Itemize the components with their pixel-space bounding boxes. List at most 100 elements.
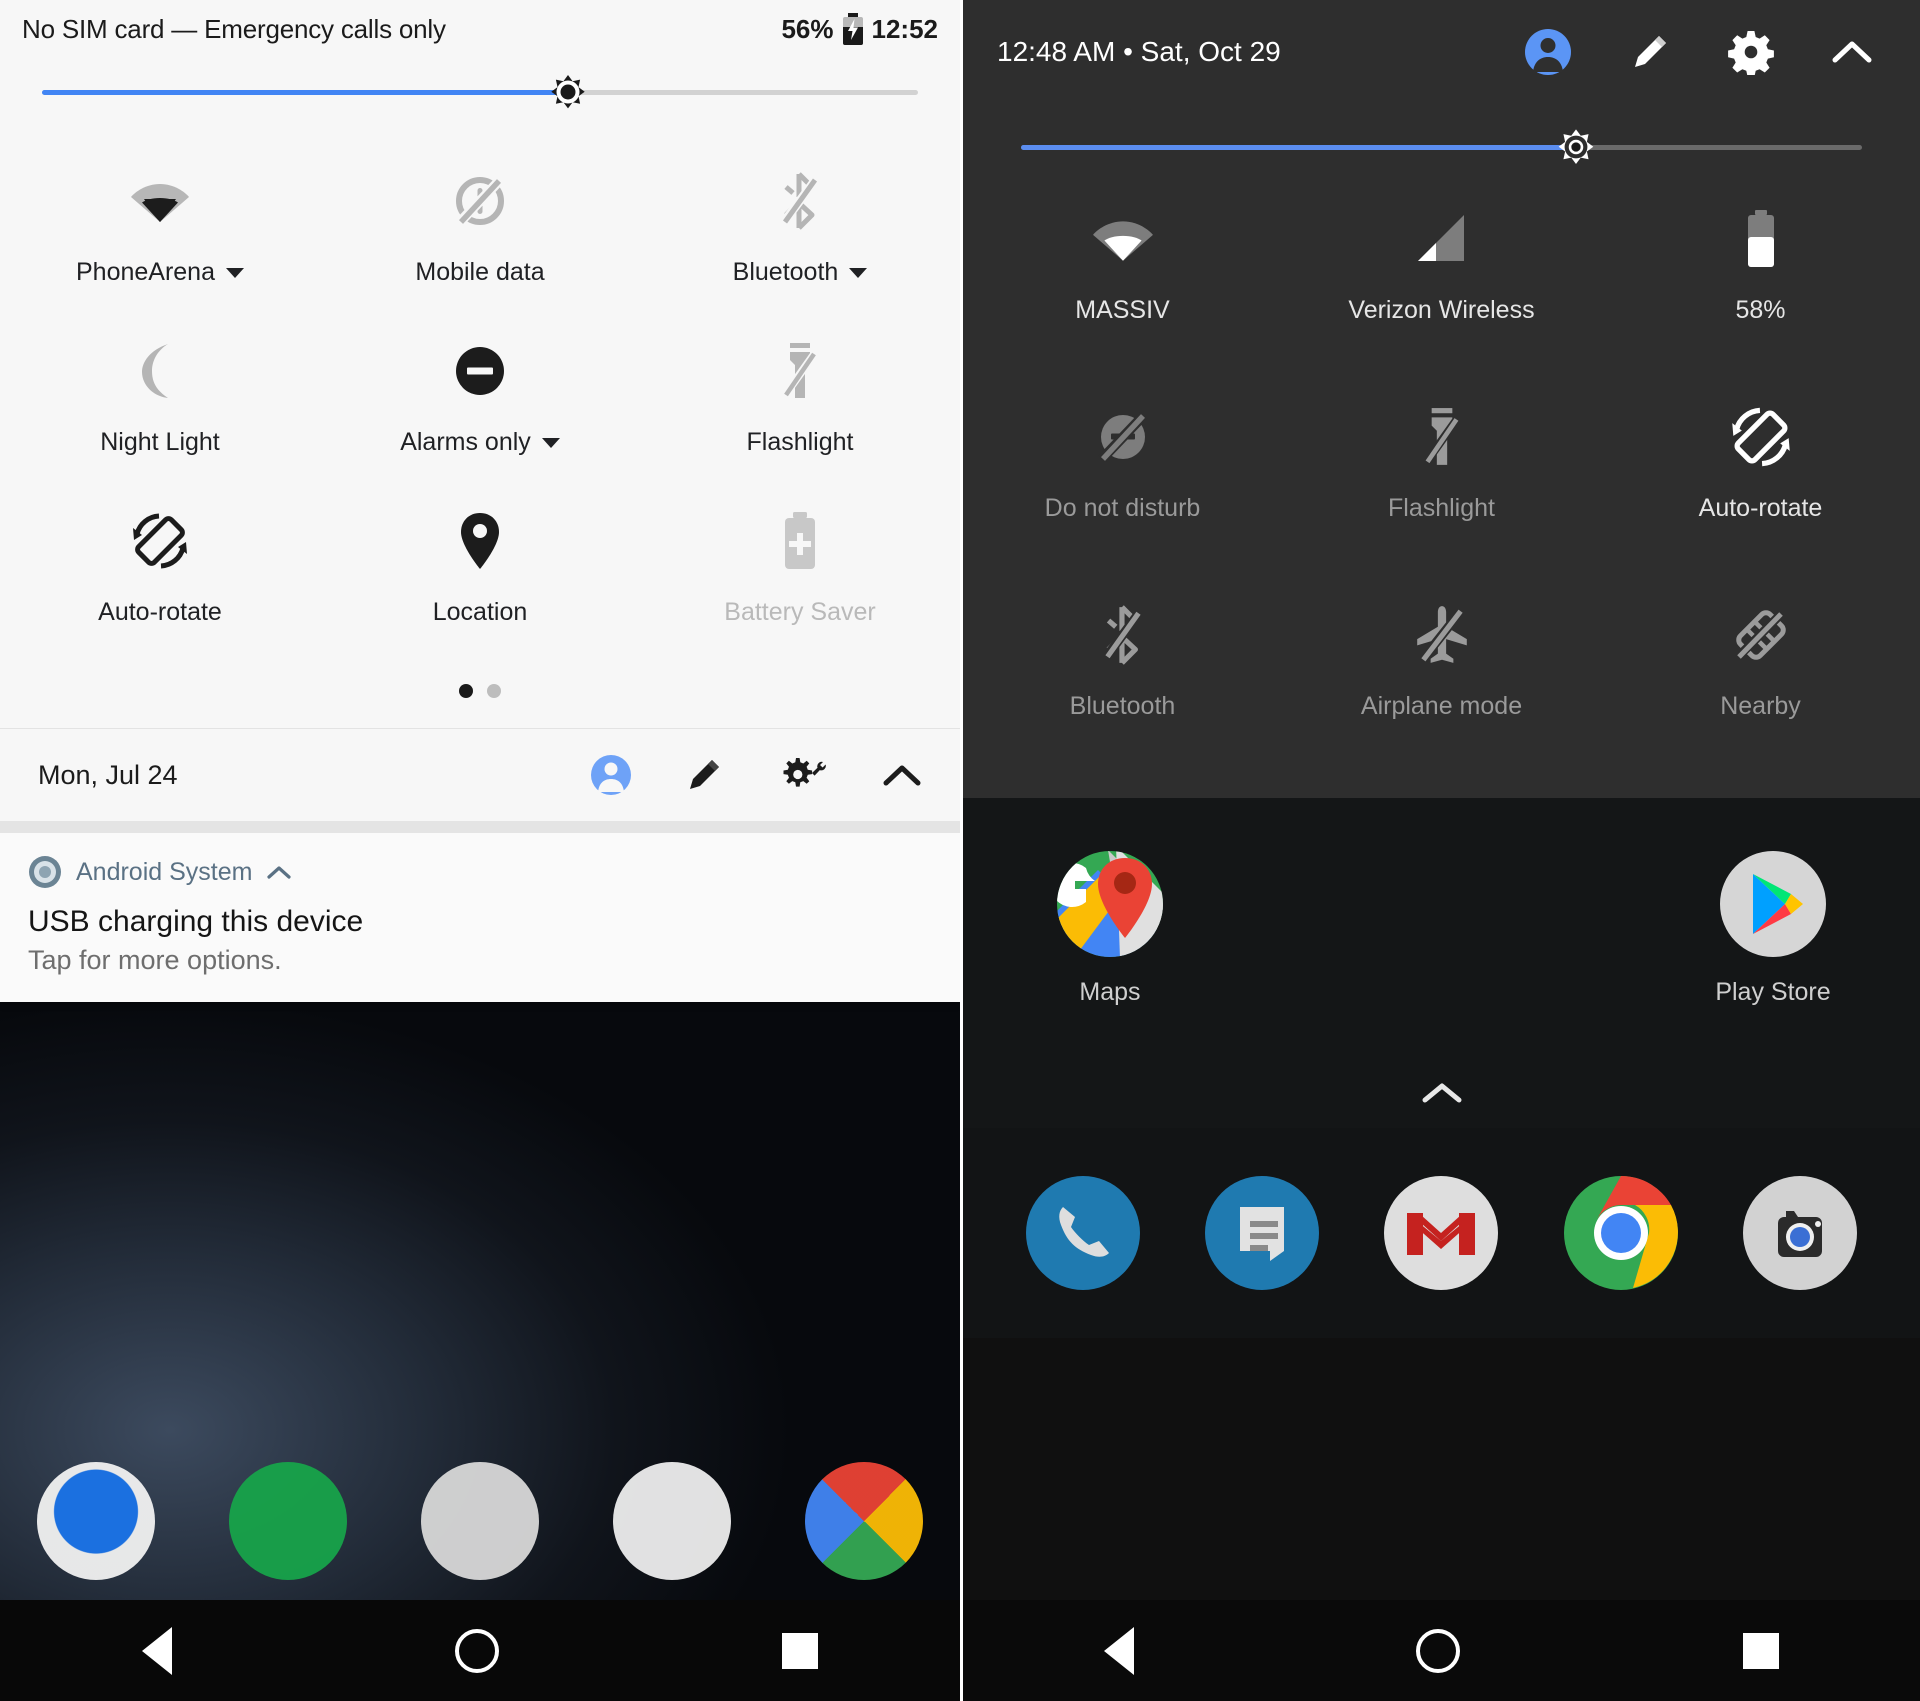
recents-icon[interactable] bbox=[1742, 1632, 1779, 1669]
page-dot-inactive[interactable] bbox=[487, 684, 501, 698]
carrier-text: No SIM card — Emergency calls only bbox=[22, 13, 446, 44]
page-indicator bbox=[0, 654, 960, 728]
navigation-bar bbox=[0, 1600, 960, 1701]
battery-charging-icon bbox=[842, 13, 864, 45]
user-avatar-icon[interactable] bbox=[1524, 28, 1572, 76]
qs-tile-label: Nearby bbox=[1720, 692, 1801, 720]
quick-settings-row: Night Light Alarms only Flashlight bbox=[0, 314, 960, 484]
do-not-disturb-off-icon bbox=[1094, 402, 1152, 472]
google-maps-icon bbox=[1056, 850, 1164, 958]
settings-gear-icon[interactable] bbox=[1728, 29, 1774, 75]
camera-icon[interactable] bbox=[1742, 1175, 1858, 1291]
notification-card[interactable]: Android System USB charging this device … bbox=[0, 833, 960, 1002]
notification-separator bbox=[0, 821, 960, 833]
nearby-off-icon bbox=[1730, 600, 1792, 670]
user-avatar-icon[interactable] bbox=[590, 754, 632, 796]
qs-tile-wifi[interactable]: MASSIV bbox=[963, 190, 1282, 388]
flashlight-off-icon bbox=[779, 340, 821, 402]
brightness-slider-row[interactable] bbox=[0, 58, 960, 126]
qs-tile-flashlight[interactable]: Flashlight bbox=[640, 314, 960, 484]
qs-tile-bluetooth[interactable]: Bluetooth bbox=[963, 586, 1282, 784]
qs-tile-label: Battery Saver bbox=[724, 598, 876, 626]
messages-icon[interactable] bbox=[1204, 1175, 1320, 1291]
qs-tile-battery-saver[interactable]: Battery Saver bbox=[640, 484, 960, 654]
do-not-disturb-icon bbox=[452, 340, 508, 402]
app-drawer-chevron-up-icon[interactable] bbox=[963, 1080, 1920, 1106]
page-dot-active[interactable] bbox=[459, 684, 473, 698]
battery-icon bbox=[1744, 204, 1778, 274]
quick-settings-grid: MASSIV Verizon Wireless 58% Do not distu… bbox=[963, 190, 1920, 784]
google-play-icon bbox=[1719, 850, 1827, 958]
brightness-slider-row[interactable] bbox=[963, 104, 1920, 190]
collapse-chevron-up-icon[interactable] bbox=[882, 761, 922, 789]
qs-tile-label: Airplane mode bbox=[1360, 692, 1523, 720]
home-icon[interactable] bbox=[1416, 1628, 1461, 1673]
wifi-icon bbox=[130, 170, 190, 232]
qs-tile-label: Alarms only bbox=[400, 428, 560, 457]
wallpaper-icon-3 bbox=[421, 1462, 539, 1580]
qs-tile-nearby[interactable]: Nearby bbox=[1601, 586, 1920, 784]
qs-tile-do-not-disturb[interactable]: Do not disturb bbox=[963, 388, 1282, 586]
edit-pencil-icon[interactable] bbox=[684, 755, 724, 795]
qs-tile-label: PhoneArena bbox=[76, 258, 244, 287]
brightness-icon[interactable] bbox=[541, 65, 595, 119]
qs-tile-location[interactable]: Location bbox=[320, 484, 640, 654]
back-icon[interactable] bbox=[141, 1626, 172, 1675]
qs-tile-auto-rotate[interactable]: Auto-rotate bbox=[0, 484, 320, 654]
battery-percent-label: 56% bbox=[781, 13, 834, 44]
settings-gear-wrench-icon[interactable] bbox=[776, 754, 830, 796]
clock-label: 12:52 bbox=[871, 13, 939, 44]
qs-tile-auto-rotate[interactable]: Auto-rotate bbox=[1601, 388, 1920, 586]
wallpaper-icon-4 bbox=[613, 1462, 731, 1580]
android-system-icon bbox=[28, 855, 62, 889]
qs-tile-bluetooth[interactable]: Bluetooth bbox=[640, 144, 960, 314]
brightness-slider-track[interactable] bbox=[1021, 129, 1862, 165]
wallpaper-icon-1 bbox=[37, 1462, 155, 1580]
back-icon[interactable] bbox=[1104, 1626, 1135, 1675]
qs-tile-airplane-mode[interactable]: Airplane mode bbox=[1282, 586, 1601, 784]
phone-icon[interactable] bbox=[1025, 1175, 1141, 1291]
auto-rotate-icon bbox=[129, 510, 191, 572]
qs-tile-night-light[interactable]: Night Light bbox=[0, 314, 320, 484]
qs-tile-label: Bluetooth bbox=[1069, 692, 1176, 720]
quick-settings-row: MASSIV Verizon Wireless 58% bbox=[963, 190, 1920, 388]
shade-footer: Mon, Jul 24 bbox=[0, 729, 960, 821]
brightness-slider-track[interactable] bbox=[42, 75, 918, 109]
qs-tile-do-not-disturb[interactable]: Alarms only bbox=[320, 314, 640, 484]
qs-tile-label: Flashlight bbox=[746, 428, 854, 456]
home-app-play-store[interactable]: Play Store bbox=[1688, 850, 1858, 1007]
location-pin-icon bbox=[458, 510, 502, 572]
qs-tile-battery[interactable]: 58% bbox=[1601, 190, 1920, 388]
home-icon[interactable] bbox=[454, 1628, 499, 1673]
qs-tile-wifi[interactable]: PhoneArena bbox=[0, 144, 320, 314]
home-app-maps[interactable]: Maps bbox=[1025, 850, 1195, 1007]
qs-tile-label: Do not disturb bbox=[1044, 494, 1201, 522]
collapse-chevron-up-icon[interactable] bbox=[1830, 37, 1874, 67]
quick-settings-row: PhoneArena Mobile data Bluetooth bbox=[0, 144, 960, 314]
recents-icon[interactable] bbox=[782, 1632, 819, 1669]
chevron-down-icon[interactable] bbox=[541, 437, 560, 448]
chevron-down-icon[interactable] bbox=[226, 267, 244, 278]
qs-tile-label: Night Light bbox=[100, 428, 220, 456]
airplane-off-icon bbox=[1413, 600, 1471, 670]
qs-tile-label: Mobile data bbox=[415, 258, 545, 286]
navigation-bar bbox=[963, 1600, 1920, 1701]
chevron-down-icon[interactable] bbox=[849, 267, 868, 278]
qs-tile-label: 58% bbox=[1735, 296, 1786, 324]
qs-tile-mobile-signal[interactable]: Verizon Wireless bbox=[1282, 190, 1601, 388]
qs-label-text: PhoneArena bbox=[75, 258, 215, 286]
app-dock bbox=[963, 1128, 1920, 1338]
qs-label-text: Alarms only bbox=[400, 428, 531, 456]
wallpaper-dock-icons bbox=[0, 1462, 960, 1580]
qs-tile-flashlight[interactable]: Flashlight bbox=[1282, 388, 1601, 586]
chevron-up-icon[interactable] bbox=[266, 863, 292, 881]
signal-bars-icon bbox=[1414, 204, 1470, 274]
edit-pencil-icon[interactable] bbox=[1628, 30, 1672, 74]
quick-settings-row: Auto-rotate Location Battery Saver bbox=[0, 484, 960, 654]
bluetooth-off-icon bbox=[775, 170, 825, 232]
chrome-icon[interactable] bbox=[1563, 1175, 1679, 1291]
gmail-icon[interactable] bbox=[1383, 1175, 1499, 1291]
dual-screenshot-comparison: No SIM card — Emergency calls only 56% 1… bbox=[0, 0, 1920, 1701]
brightness-icon[interactable] bbox=[1548, 119, 1604, 175]
qs-tile-mobile-data[interactable]: Mobile data bbox=[320, 144, 640, 314]
